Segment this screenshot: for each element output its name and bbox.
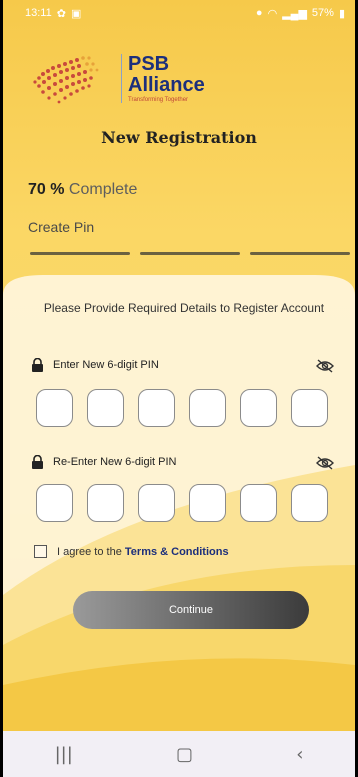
progress-percent: 70 % <box>28 181 65 198</box>
signal-icon: ▂▄▆ <box>282 7 307 20</box>
repin-digit-input[interactable] <box>36 484 73 522</box>
pin-digit-input[interactable] <box>240 389 277 427</box>
gallery-icon: ▣ <box>70 7 82 20</box>
system-nav-bar: ||| ▢ ‹ <box>3 731 355 777</box>
repin-digit-input[interactable] <box>138 484 175 522</box>
lock-icon <box>32 358 43 372</box>
wifi-icon: ◠ <box>267 7 278 20</box>
battery-text: 57% <box>311 7 334 19</box>
notification-icon: ✿ <box>56 7 66 20</box>
back-icon[interactable]: ‹ <box>296 744 303 765</box>
repin-label-text: Re-Enter New 6-digit PIN <box>53 456 177 468</box>
brand-block: PSB Alliance Transforming Together <box>121 54 205 103</box>
instructions-text: Please Provide Required Details to Regis… <box>43 301 325 315</box>
progress-bars <box>30 252 350 255</box>
agree-text: I agree to the <box>57 545 125 558</box>
terms-checkbox[interactable] <box>34 545 47 558</box>
page-title: New Registration <box>101 128 257 147</box>
progress-segment <box>250 252 350 255</box>
repin-digit-input[interactable] <box>291 484 328 522</box>
brand-line-1: PSB <box>128 53 170 75</box>
terms-row: I agree to the Terms & Conditions <box>34 545 229 558</box>
pin-digit-input[interactable] <box>138 389 175 427</box>
continue-button[interactable]: Continue <box>73 591 309 629</box>
step-label: Create Pin <box>28 219 95 235</box>
pin-label: Enter New 6-digit PIN <box>31 358 159 372</box>
eye-off-icon[interactable] <box>315 358 335 374</box>
progress-segment <box>30 252 130 255</box>
terms-link[interactable]: Terms & Conditions <box>125 546 229 558</box>
status-time: 13:11 <box>25 7 52 19</box>
status-bar: 13:11 ✿ ▣ ● ◠ ▂▄▆ 57% ▮ <box>3 0 355 26</box>
progress-word: Complete <box>68 181 138 198</box>
repin-digit-input[interactable] <box>189 484 226 522</box>
eye-off-icon[interactable] <box>315 455 335 471</box>
pin-digit-input[interactable] <box>36 389 73 427</box>
screen: 13:11 ✿ ▣ ● ◠ ▂▄▆ 57% ▮ PSB Alliance Tra… <box>3 0 355 777</box>
repin-label: Re-Enter New 6-digit PIN <box>31 455 177 469</box>
brand-tagline: Transforming Together <box>128 97 189 103</box>
repin-digit-input[interactable] <box>87 484 124 522</box>
pin-label-text: Enter New 6-digit PIN <box>53 359 159 371</box>
repin-inputs <box>36 484 328 522</box>
terms-text: I agree to the Terms & Conditions <box>57 546 229 558</box>
progress-segment <box>140 252 240 255</box>
home-icon[interactable]: ▢ <box>176 744 193 765</box>
repin-digit-input[interactable] <box>240 484 277 522</box>
pin-digit-input[interactable] <box>291 389 328 427</box>
battery-icon: ▮ <box>338 7 345 20</box>
progress-text: 70 % Complete <box>28 181 137 199</box>
pin-digit-input[interactable] <box>87 389 124 427</box>
pin-inputs <box>36 389 328 427</box>
lock-icon <box>32 455 43 469</box>
pin-digit-input[interactable] <box>189 389 226 427</box>
brand-line-2: Alliance <box>128 74 205 96</box>
recent-apps-icon[interactable]: ||| <box>55 744 73 765</box>
alarm-icon: ● <box>255 7 263 19</box>
